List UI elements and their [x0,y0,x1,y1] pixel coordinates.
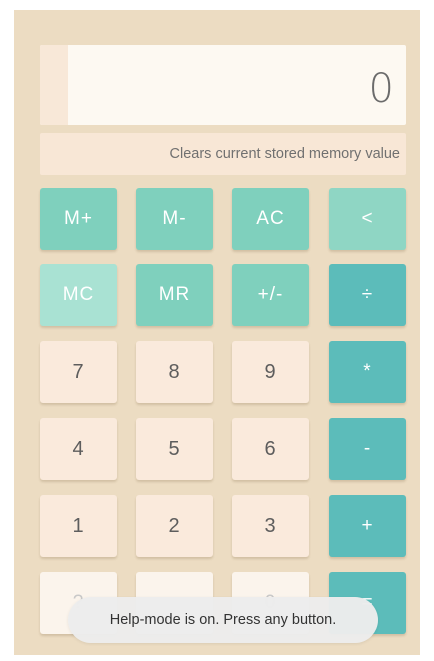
help-description-text: Clears current stored memory value [169,146,400,162]
digit-5-button[interactable]: 5 [136,418,213,480]
calculator-app: 0 Clears current stored memory value M+ … [14,10,420,655]
backspace-button[interactable]: < [329,188,406,250]
digit-2-button[interactable]: 2 [136,495,213,557]
digit-4-button[interactable]: 4 [40,418,117,480]
sign-toggle-button[interactable]: +/- [232,264,309,326]
multiply-button[interactable]: * [329,341,406,403]
digit-1-button[interactable]: 1 [40,495,117,557]
digit-8-button[interactable]: 8 [136,341,213,403]
help-mode-toast: Help-mode is on. Press any button. [68,597,378,643]
memory-add-button[interactable]: M+ [40,188,117,250]
memory-clear-button[interactable]: MC [40,264,117,326]
digit-7-button[interactable]: 7 [40,341,117,403]
digit-3-button[interactable]: 3 [232,495,309,557]
divide-button[interactable]: ÷ [329,264,406,326]
display-value: 0 [368,66,394,112]
memory-subtract-button[interactable]: M- [136,188,213,250]
digit-9-button[interactable]: 9 [232,341,309,403]
subtract-button[interactable]: - [329,418,406,480]
display-left-strip [40,45,68,125]
memory-recall-button[interactable]: MR [136,264,213,326]
all-clear-button[interactable]: AC [232,188,309,250]
digit-6-button[interactable]: 6 [232,418,309,480]
add-button[interactable]: + [329,495,406,557]
toast-message: Help-mode is on. Press any button. [109,612,337,628]
help-description-bar: Clears current stored memory value [40,133,406,175]
result-display: 0 [40,45,406,125]
